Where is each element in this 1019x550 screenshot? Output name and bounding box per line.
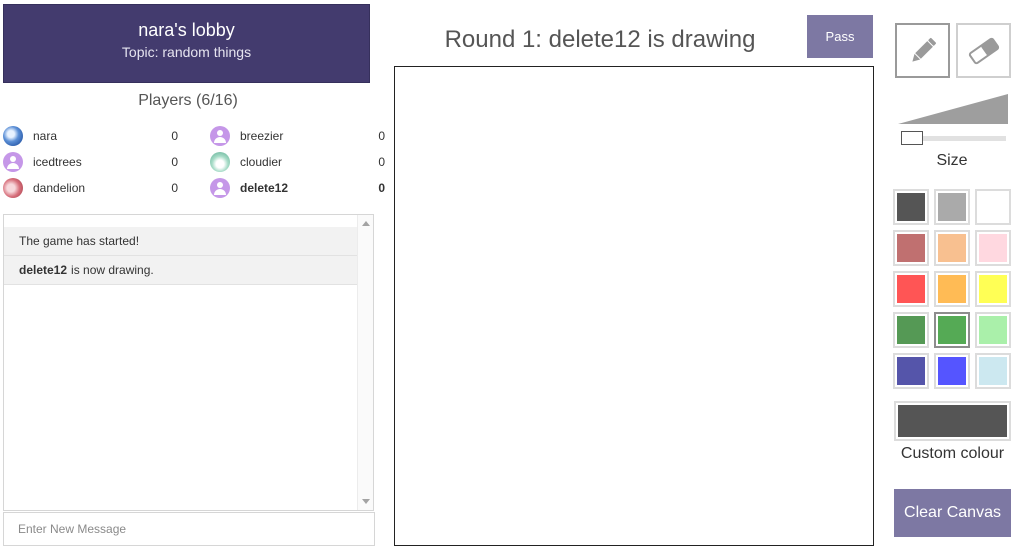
player-score: 0 — [171, 181, 178, 195]
color-swatch[interactable] — [893, 230, 929, 266]
pencil-tool-button[interactable] — [895, 23, 950, 78]
color-swatch-fill — [897, 275, 925, 303]
player-name: icedtrees — [33, 155, 82, 169]
player-item: cloudier 0 — [210, 150, 385, 174]
players-title: Players (6/16) — [138, 92, 238, 109]
players-list: nara 0 breezier 0 icedtrees 0 cloudier 0… — [3, 124, 385, 202]
color-swatch[interactable] — [975, 312, 1011, 348]
color-swatch[interactable] — [975, 353, 1011, 389]
chat-log[interactable]: The game has started! delete12 is now dr… — [3, 214, 374, 511]
color-swatch-fill — [938, 234, 966, 262]
default-avatar-icon — [210, 178, 230, 198]
chat-message-text: The game has started! — [19, 234, 140, 248]
color-swatch-fill — [938, 357, 966, 385]
player-name: breezier — [240, 129, 284, 143]
chat-messages: The game has started! delete12 is now dr… — [4, 227, 358, 285]
pass-button[interactable]: Pass — [807, 15, 873, 58]
color-swatch-fill — [897, 357, 925, 385]
color-swatch[interactable] — [893, 353, 929, 389]
player-item: dandelion 0 — [3, 176, 178, 200]
scroll-up-icon[interactable] — [362, 221, 370, 226]
custom-colour-fill — [898, 405, 1007, 437]
drawing-canvas[interactable] — [394, 66, 874, 546]
round-title: Round 1: delete12 is drawing — [444, 26, 756, 53]
chat-message-text: is now drawing. — [71, 263, 154, 277]
eraser-icon — [968, 37, 999, 64]
default-avatar-icon — [210, 126, 230, 146]
color-swatch-fill — [979, 357, 1007, 385]
cloudier-avatar — [210, 152, 230, 172]
color-swatch[interactable] — [934, 353, 970, 389]
lobby-title: nara's lobby — [138, 20, 235, 40]
clear-canvas-button[interactable]: Clear Canvas — [894, 489, 1011, 537]
player-item: nara 0 — [3, 124, 178, 148]
player-score: 0 — [378, 181, 385, 195]
default-avatar-icon — [3, 152, 23, 172]
color-swatch-fill — [897, 234, 925, 262]
player-score: 0 — [378, 129, 385, 143]
player-name: dandelion — [33, 181, 86, 195]
dandelion-avatar — [3, 178, 23, 198]
color-swatch[interactable] — [893, 312, 929, 348]
color-swatch[interactable] — [934, 230, 970, 266]
color-swatch-fill — [979, 234, 1007, 262]
player-score: 0 — [171, 155, 178, 169]
chat-message: delete12 is now drawing. — [4, 256, 358, 285]
eraser-tool-button[interactable] — [956, 23, 1011, 78]
scroll-down-icon[interactable] — [362, 499, 370, 504]
player-score: 0 — [378, 155, 385, 169]
color-swatch[interactable] — [975, 189, 1011, 225]
color-swatch-fill — [938, 275, 966, 303]
color-swatch[interactable] — [934, 189, 970, 225]
color-swatch-fill — [979, 316, 1007, 344]
color-swatch-fill — [897, 316, 925, 344]
color-swatch[interactable] — [934, 271, 970, 307]
player-item: icedtrees 0 — [3, 150, 178, 174]
custom-colour-label: Custom colour — [900, 445, 1005, 462]
player-name: delete12 — [240, 181, 289, 195]
color-palette — [893, 189, 1013, 389]
color-swatch-fill — [897, 193, 925, 221]
lobby-header: nara's lobby Topic: random things — [3, 4, 370, 83]
color-swatch[interactable] — [975, 230, 1011, 266]
player-item-current-drawer: delete12 0 — [210, 176, 385, 200]
chat-message-user: delete12 — [19, 263, 68, 277]
color-swatch-fill — [979, 193, 1007, 221]
color-swatch-fill — [979, 275, 1007, 303]
lobby-topic: Topic: random things — [121, 44, 252, 60]
chat-message-input[interactable] — [3, 512, 375, 546]
color-swatch-fill — [938, 193, 966, 221]
color-swatch-fill — [938, 316, 966, 344]
size-label: Size — [936, 152, 968, 169]
pencil-icon — [911, 37, 936, 62]
color-swatch[interactable] — [893, 189, 929, 225]
player-name: cloudier — [240, 155, 283, 169]
color-swatch[interactable] — [934, 312, 970, 348]
size-wedge-icon — [898, 94, 1008, 124]
color-swatch[interactable] — [893, 271, 929, 307]
chat-scrollbar[interactable] — [357, 215, 373, 510]
custom-colour-swatch[interactable] — [894, 401, 1011, 441]
player-score: 0 — [171, 129, 178, 143]
color-swatch[interactable] — [975, 271, 1011, 307]
size-slider-thumb[interactable] — [901, 131, 923, 145]
player-name: nara — [33, 129, 58, 143]
player-item: breezier 0 — [210, 124, 385, 148]
chat-message: The game has started! — [4, 227, 358, 256]
nara-avatar — [3, 126, 23, 146]
